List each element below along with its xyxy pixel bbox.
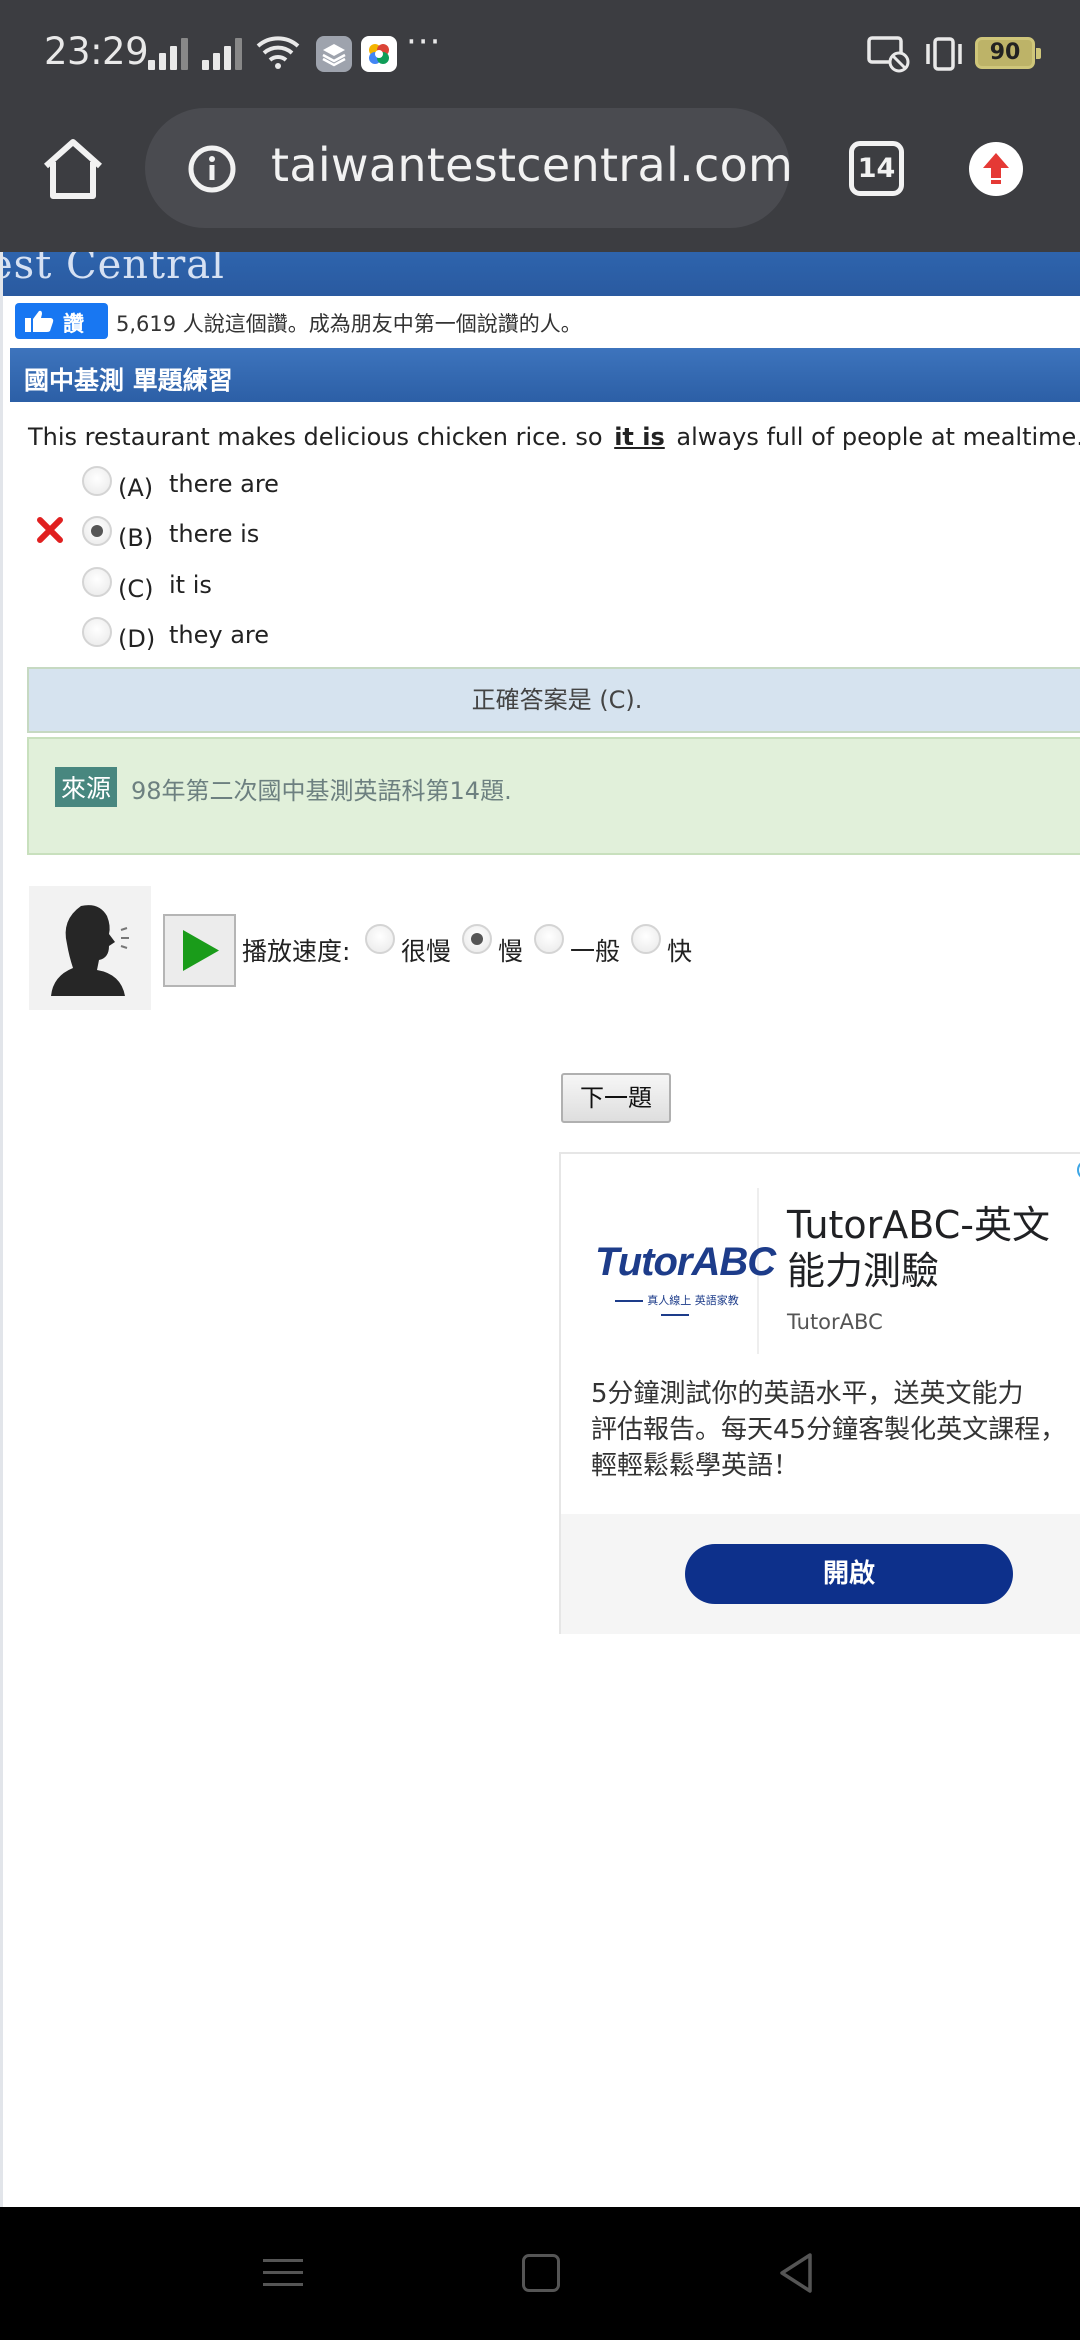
thumbs-up-icon (25, 310, 54, 332)
site-info-icon[interactable] (187, 144, 237, 194)
facebook-like-label: 讚 (63, 312, 84, 336)
source-tag: 來源 (55, 767, 118, 807)
play-button[interactable] (163, 914, 236, 987)
ad-banner[interactable]: TutorABC 真人線上 英語家教 TutorABC-英文能力測驗 Tutor… (559, 1152, 1080, 1634)
option-a-radio[interactable] (82, 466, 112, 496)
photos-app-icon (361, 36, 397, 72)
url-text[interactable]: taiwantestcentral.com/ (271, 138, 790, 192)
option-b[interactable]: (B) there is (3, 510, 403, 560)
speed-radio[interactable] (365, 924, 395, 954)
speed-radio[interactable] (462, 924, 492, 954)
section-title: 國中基測 單題練習 (24, 366, 233, 395)
site-title: est Central (3, 252, 225, 288)
option-c[interactable]: (C) it is (3, 561, 403, 611)
signal-icon-2 (202, 36, 248, 70)
play-icon (183, 930, 219, 971)
ad-title[interactable]: TutorABC-英文能力測驗 (787, 1202, 1080, 1294)
section-title-bar: 國中基測 單題練習 (10, 348, 1080, 402)
audio-player: 播放速度: 很慢 慢 一般 快 (29, 886, 1029, 1010)
signal-icon (148, 36, 194, 70)
question-after: always full of people at mealtime. (676, 423, 1080, 451)
option-text: they are (169, 621, 270, 649)
option-letter: (C) (118, 575, 154, 603)
nav-home-button[interactable] (522, 2254, 560, 2292)
option-a[interactable]: (A) there are (3, 460, 403, 510)
ad-description: 5分鐘測試你的英語水平，送英文能力 評估報告。每天45分鐘客製化英文課程， 輕輕… (591, 1376, 1080, 1484)
speed-label: 一般 (570, 937, 621, 966)
speaker-avatar-icon (29, 886, 151, 1010)
address-bar[interactable]: taiwantestcentral.com/ (145, 108, 790, 228)
tab-switcher-button[interactable]: 14 (849, 141, 904, 196)
web-page: est Central 讚 5,619 人說這個讚。成為朋友中第一個說讚的人。 … (0, 252, 1080, 2207)
vibrate-icon (926, 37, 962, 71)
option-b-radio[interactable] (82, 516, 112, 546)
recent-apps-button[interactable] (263, 2255, 303, 2291)
site-header: est Central (3, 252, 1080, 296)
option-d[interactable]: (D) they are (3, 611, 403, 661)
option-d-radio[interactable] (82, 617, 112, 647)
system-nav-bar (0, 2207, 1080, 2340)
option-text: there is (169, 520, 260, 548)
status-time: 23:29 (44, 30, 149, 73)
option-letter: (B) (118, 524, 154, 552)
update-chrome-button[interactable] (969, 142, 1023, 196)
browser-chrome: 23:29 ··· 90 taiwantestcentral.com/ 14 (0, 0, 1080, 252)
ad-cta-area: 開啟 (561, 1514, 1080, 1634)
ad-open-button[interactable]: 開啟 (685, 1544, 1013, 1604)
ad-brand: TutorABC (787, 1310, 883, 1334)
layers-app-icon (316, 36, 352, 72)
wifi-icon (256, 36, 300, 69)
speed-radio[interactable] (534, 924, 564, 954)
playback-speed-label: 播放速度: (242, 937, 351, 966)
status-bar: 23:29 ··· 90 (0, 0, 1080, 100)
home-button[interactable] (38, 136, 108, 202)
source-box: 來源 98年第二次國中基測英語科第14題. (27, 737, 1080, 855)
next-question-button[interactable]: 下一題 (561, 1073, 671, 1123)
arrow-up-icon (983, 153, 1009, 184)
ad-description-line: 5分鐘測試你的英語水平，送英文能力 (591, 1379, 1024, 1409)
speed-label: 慢 (498, 937, 524, 966)
more-notifications-icon: ··· (406, 22, 442, 62)
question-before: This restaurant makes delicious chicken … (28, 423, 603, 451)
option-text: it is (169, 571, 212, 599)
ad-logo-box: TutorABC 真人線上 英語家教 (589, 1188, 776, 1354)
option-c-radio[interactable] (82, 567, 112, 597)
source-text: 98年第二次國中基測英語科第14題. (131, 777, 512, 805)
facebook-like-count: 5,619 人說這個讚。成為朋友中第一個說讚的人。 (116, 312, 582, 336)
question-blank: it is (614, 423, 665, 451)
ad-description-line: 評估報告。每天45分鐘客製化英文課程， (591, 1415, 1067, 1445)
speed-label: 很慢 (401, 937, 452, 966)
back-button[interactable] (776, 2251, 816, 2295)
option-letter: (A) (118, 474, 154, 502)
ad-description-line: 輕輕鬆鬆學英語！ (591, 1451, 800, 1481)
option-letter: (D) (118, 625, 156, 653)
facebook-like-button[interactable]: 讚 (15, 303, 108, 339)
option-text: there are (169, 470, 279, 498)
screen-record-icon (867, 36, 910, 73)
ad-logo-subtitle: 真人線上 英語家教 (595, 1292, 755, 1321)
speed-radio[interactable] (631, 924, 661, 954)
correct-answer-box: 正確答案是 (C). (27, 667, 1080, 733)
question-text: This restaurant makes delicious chicken … (28, 423, 1080, 451)
ad-logo: TutorABC (595, 1240, 776, 1284)
speed-label: 快 (667, 937, 693, 966)
battery-indicator: 90 (975, 37, 1041, 69)
